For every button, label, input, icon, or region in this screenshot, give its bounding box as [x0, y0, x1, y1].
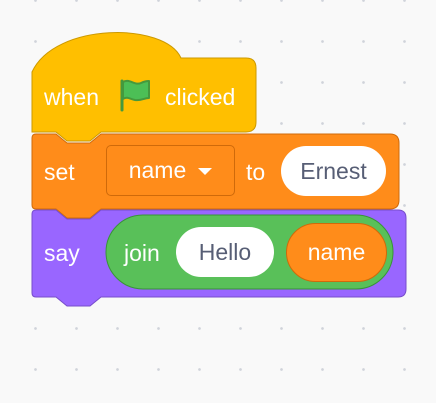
- variable-dropdown[interactable]: name: [106, 145, 235, 196]
- name-variable-label: name: [307, 239, 366, 265]
- script-canvas: [31, 32, 407, 307]
- join-label: join: [124, 240, 160, 266]
- green-flag-icon: [120, 79, 150, 112]
- to-label: to: [246, 159, 266, 185]
- say-label: say: [44, 240, 80, 266]
- chevron-down-icon: [198, 168, 213, 175]
- set-value-text: Ernest: [300, 157, 367, 184]
- name-variable-reporter[interactable]: name: [286, 223, 387, 282]
- set-value-input[interactable]: Ernest: [281, 146, 386, 196]
- join-first-input[interactable]: Hello: [176, 227, 274, 277]
- clicked-label: clicked: [165, 84, 236, 110]
- when-label: when: [44, 84, 99, 110]
- set-label: set: [44, 159, 75, 185]
- join-first-text: Hello: [198, 238, 252, 265]
- variable-name: name: [128, 157, 187, 183]
